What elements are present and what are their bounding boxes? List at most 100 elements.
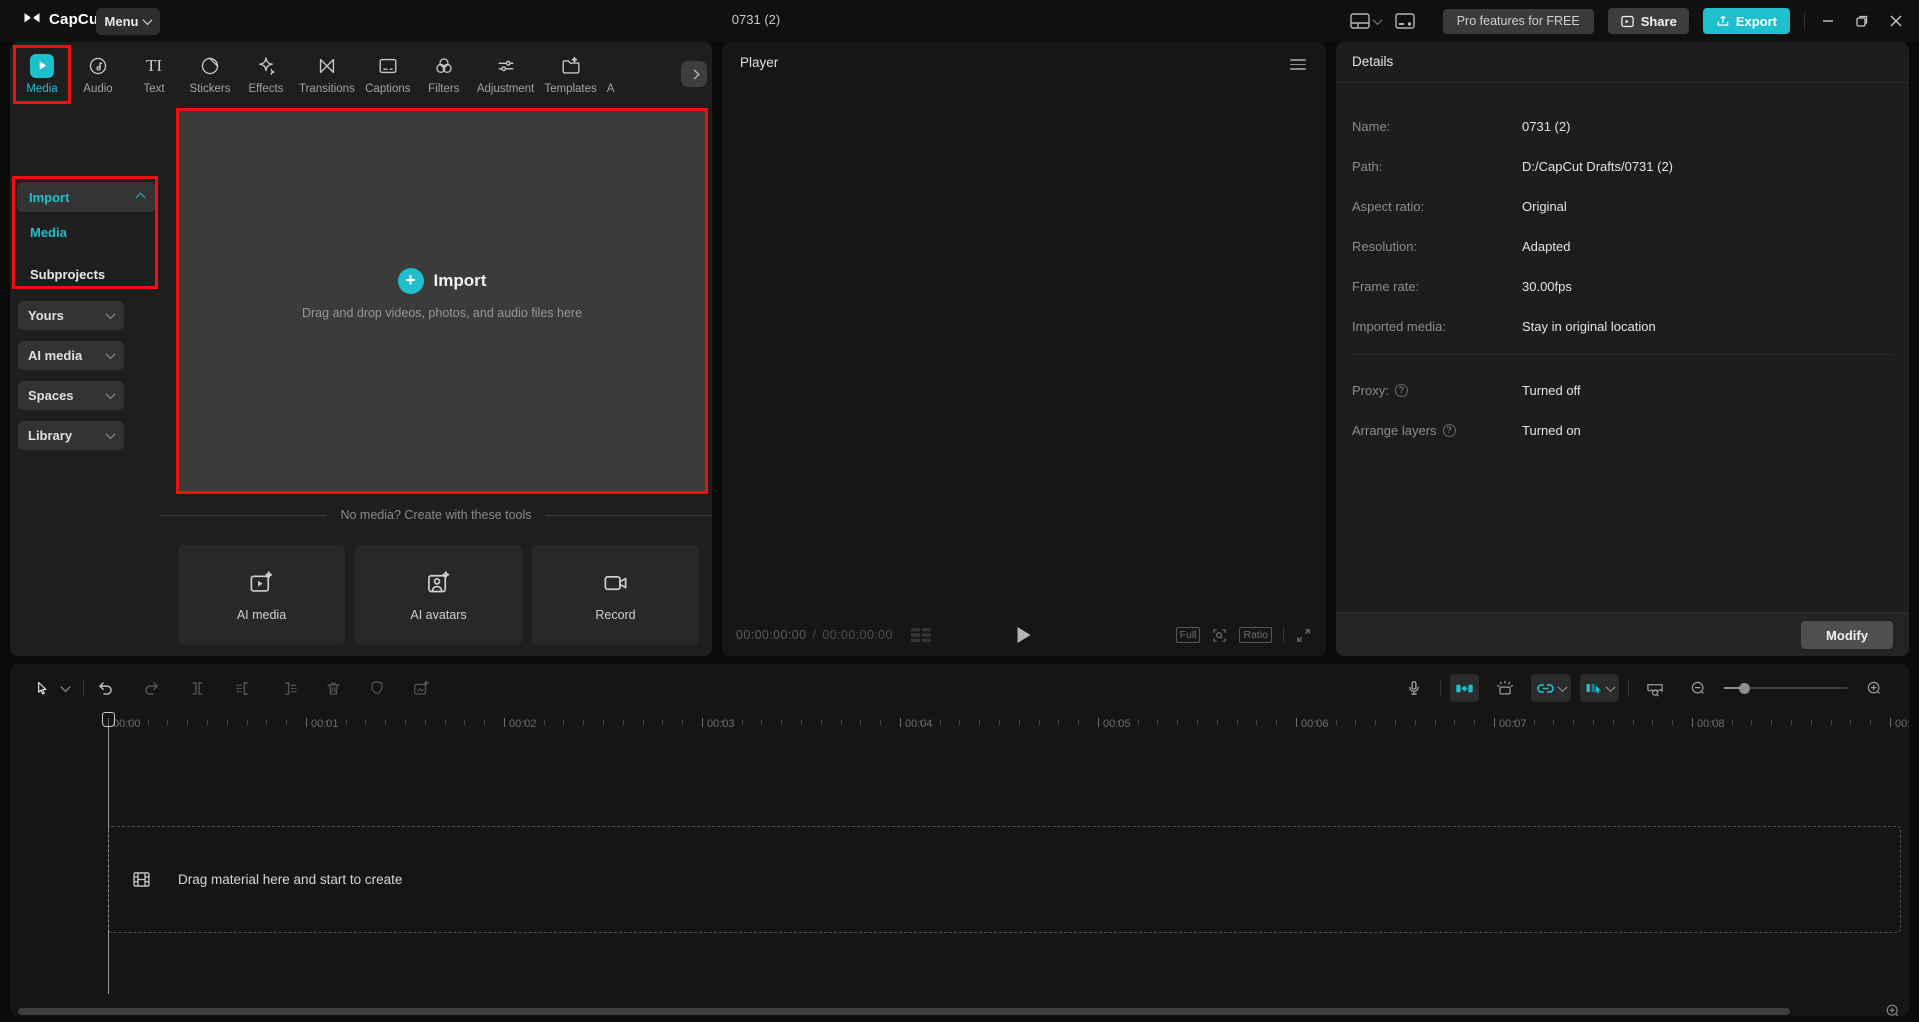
tab-effects[interactable]: Effects (238, 45, 294, 103)
sidebar-group-library[interactable]: Library (18, 421, 124, 450)
timeline-right-controls (1397, 671, 1909, 705)
divider-line (545, 514, 713, 516)
ruler-minor-tick (385, 720, 387, 725)
ruler-minor-tick (1355, 720, 1357, 725)
share-button[interactable]: Share (1607, 8, 1689, 34)
fullscreen-icon[interactable] (1295, 627, 1312, 644)
ratio-button[interactable]: Ratio (1239, 627, 1272, 643)
chevron-down-icon (105, 389, 116, 400)
delete-left-icon[interactable] (226, 671, 260, 705)
tab-media[interactable]: Media (14, 45, 70, 103)
import-item-label: Import (29, 189, 70, 205)
timeline-zoom-slider[interactable] (1724, 682, 1848, 694)
layout-caption-icon[interactable] (1395, 13, 1415, 29)
library-label: Library (28, 428, 73, 443)
ruler-minor-tick (1157, 720, 1159, 725)
play-button[interactable] (1016, 626, 1032, 644)
auto-link-chevron-icon[interactable] (1557, 681, 1568, 692)
auto-link-toggle[interactable] (1531, 674, 1571, 702)
tab-transitions-label: Transitions (299, 82, 355, 95)
delete-right-icon[interactable] (272, 671, 306, 705)
linked-select-chevron-icon[interactable] (1605, 681, 1616, 692)
sidebar-group-ai-media[interactable]: AI media (18, 341, 124, 370)
sidebar-item-subprojects[interactable]: Subprojects (30, 267, 105, 282)
player-menu-icon[interactable] (1290, 59, 1306, 70)
tab-filters[interactable]: Filters (416, 45, 472, 103)
ai-avatars-card[interactable]: AI avatars (355, 545, 522, 645)
modify-button[interactable]: Modify (1801, 621, 1893, 649)
tab-captions[interactable]: Captions (360, 45, 416, 103)
cursor-tool-chevron-icon[interactable] (60, 681, 71, 692)
playhead-handle[interactable] (102, 712, 115, 727)
voiceover-mic-icon[interactable] (1397, 671, 1431, 705)
ruler-minor-tick (1395, 720, 1396, 725)
tab-text[interactable]: TI Text (126, 45, 182, 103)
trash-icon[interactable] (316, 671, 350, 705)
linked-select-toggle[interactable] (1580, 674, 1619, 702)
tab-adjustment[interactable]: Adjustment (472, 45, 540, 103)
timeline-zoom-out-icon[interactable] (1681, 671, 1715, 705)
zoom-to-fit-icon[interactable] (1638, 671, 1672, 705)
timeline-ruler[interactable]: 00:00 00:01 00:02 00:03 00:04 00:05 00:06 00:07… (10, 712, 1909, 738)
ruler-minor-tick (1771, 720, 1773, 725)
preview-axis-icon[interactable] (1488, 671, 1522, 705)
ruler-minor-tick (1137, 720, 1139, 725)
tab-media-label: Media (26, 82, 58, 95)
timeline-zoom-in-icon[interactable] (1857, 671, 1891, 705)
tab-templates-label: Templates (544, 82, 597, 95)
tab-templates[interactable]: Templates (539, 45, 601, 103)
ruler-minor-tick (1731, 720, 1733, 725)
minimize-button[interactable] (1811, 0, 1845, 42)
ai-media-card[interactable]: AI media (178, 545, 345, 645)
ruler-minor-tick (147, 720, 149, 725)
detail-row-frame-rate: Frame rate: 30.00fps (1352, 266, 1892, 306)
cursor-tool-icon[interactable] (24, 671, 58, 705)
arrange-layers-help-icon[interactable]: ? (1442, 423, 1456, 437)
tab-audio[interactable]: Audio (70, 45, 126, 103)
ruler-time-label: 00:07 (1499, 718, 1527, 730)
extract-frame-icon[interactable] (404, 671, 438, 705)
timeline-drop-target[interactable]: Drag material here and start to create (108, 826, 1901, 933)
path-value: D:/CapCut Drafts/0731 (2) (1522, 158, 1674, 174)
ruler-minor-tick (1018, 720, 1020, 725)
sidebar-item-import[interactable]: Import (17, 182, 156, 212)
layout-chevron-icon[interactable] (1372, 14, 1383, 25)
detail-row-arrange-layers: Arrange layers ? Turned on (1352, 410, 1892, 450)
frame-view-icon[interactable] (910, 628, 931, 642)
record-card[interactable]: Record (532, 545, 699, 645)
layout-player-icon[interactable] (1350, 13, 1370, 29)
split-icon[interactable] (180, 671, 214, 705)
tab-transitions[interactable]: Transitions (294, 45, 360, 103)
ruler-major-tick (1494, 718, 1495, 727)
restore-button[interactable] (1845, 0, 1879, 42)
close-button[interactable] (1879, 0, 1913, 42)
pro-features-button[interactable]: Pro features for FREE (1442, 8, 1594, 34)
sidebar-group-yours[interactable]: Yours (18, 301, 124, 330)
full-view-button[interactable]: Full (1175, 627, 1201, 643)
create-tools-divider: No media? Create with these tools (160, 508, 713, 522)
ruler-minor-tick (919, 720, 921, 725)
ruler-minor-tick (365, 720, 367, 725)
zoom-slider-handle[interactable] (1739, 682, 1750, 694)
timeline-zoom-in-bottom-icon[interactable] (1884, 1002, 1901, 1016)
undo-icon[interactable] (88, 671, 122, 705)
tab-partial[interactable]: A (602, 45, 620, 103)
timeline-scrollbar[interactable] (18, 1008, 1790, 1015)
export-button[interactable]: Export (1702, 8, 1790, 34)
sidebar-item-media[interactable]: Media (30, 225, 67, 240)
ruler-major-tick (702, 718, 703, 727)
tabs-overflow-button[interactable] (681, 61, 707, 87)
adjustment-icon (495, 54, 517, 78)
tab-stickers[interactable]: Stickers (182, 45, 238, 103)
redo-icon[interactable] (134, 671, 168, 705)
project-title: 0731 (2) (731, 12, 781, 27)
menu-button[interactable]: Menu (96, 8, 160, 35)
sidebar-group-spaces[interactable]: Spaces (18, 381, 124, 410)
zoom-preview-icon[interactable] (1211, 627, 1228, 644)
proxy-help-icon[interactable]: ? (1394, 383, 1408, 397)
mask-shield-icon[interactable] (360, 671, 394, 705)
ruler-minor-tick (1850, 720, 1852, 725)
import-dropzone[interactable]: + Import Drag and drop videos, photos, a… (176, 108, 708, 494)
ai-avatars-card-label: AI avatars (410, 607, 467, 622)
snap-toggle[interactable] (1450, 674, 1479, 702)
